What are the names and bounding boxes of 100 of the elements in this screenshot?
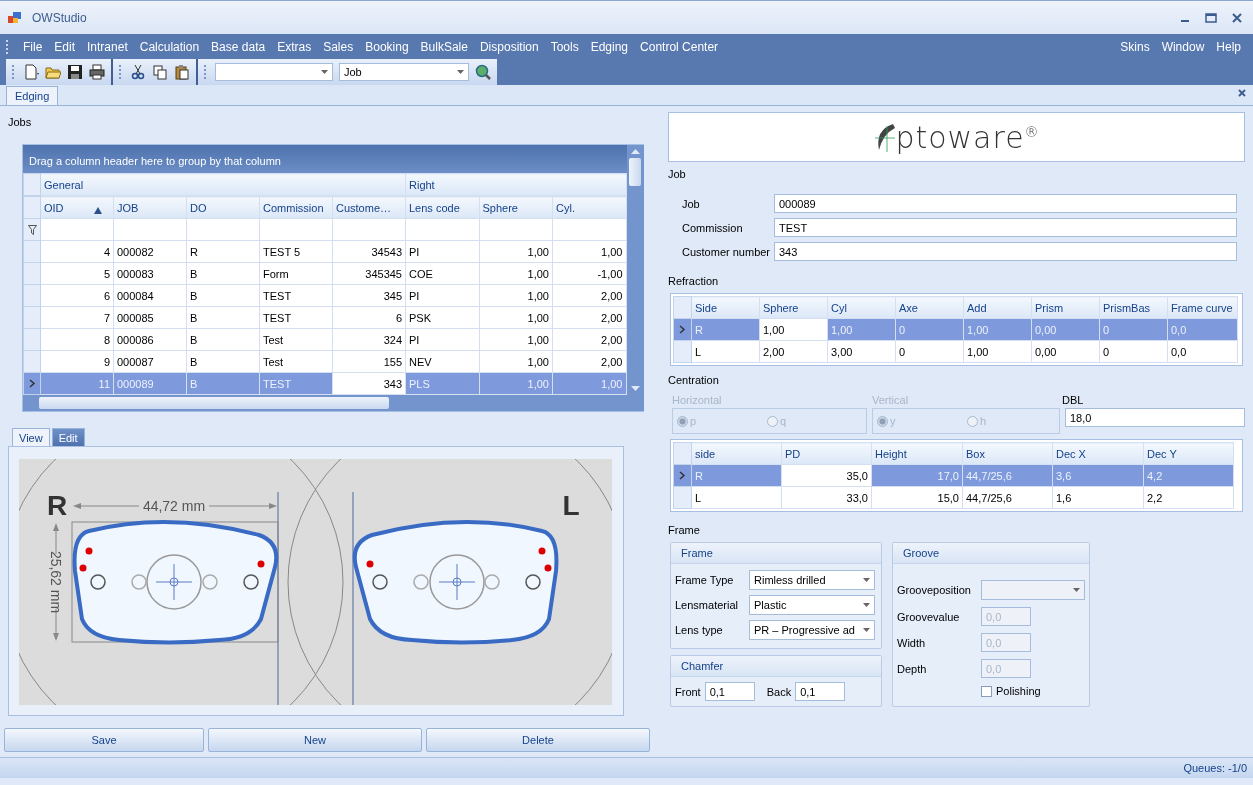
table-row[interactable]: L 2,00 3,00 0 1,00 0,00 0 0,0: [673, 340, 1238, 363]
open-folder-icon[interactable]: [45, 64, 61, 80]
column-header[interactable]: Sphere: [759, 296, 828, 319]
table-row[interactable]: R 35,0 17,0 44,7/25,6 3,6 4,2: [673, 464, 1234, 487]
close-icon[interactable]: [1237, 88, 1247, 98]
column-header[interactable]: Axe: [895, 296, 964, 319]
view-tab[interactable]: View: [12, 428, 50, 446]
table-row[interactable]: 5 000083 B Form 345345 COE 1,00 -1,00: [23, 262, 626, 285]
menu-item[interactable]: File: [17, 39, 49, 54]
polishing-checkbox[interactable]: Polishing: [981, 685, 1085, 697]
filter-cell[interactable]: [332, 218, 406, 241]
menu-item[interactable]: Skins: [1114, 39, 1156, 54]
dropdown-field[interactable]: Plastic: [749, 595, 875, 615]
column-header[interactable]: PD: [781, 442, 872, 465]
filter-cell[interactable]: [186, 218, 260, 241]
filter-cell[interactable]: [552, 218, 626, 241]
table-row[interactable]: R 1,00 1,00 0 1,00 0,00 0 0,0: [673, 318, 1238, 341]
document-tab[interactable]: Edging: [6, 86, 59, 105]
column-header[interactable]: Dec Y: [1143, 442, 1234, 465]
menu-item[interactable]: Control Center: [634, 39, 725, 54]
input-field[interactable]: 343: [774, 242, 1237, 261]
column-header[interactable]: OID: [40, 196, 114, 219]
menu-item[interactable]: Edging: [584, 39, 635, 54]
filter-icon[interactable]: [27, 224, 37, 235]
cut-icon[interactable]: [130, 64, 146, 80]
menu-item[interactable]: Sales: [317, 39, 360, 54]
input-field[interactable]: 0,1: [795, 682, 846, 701]
input-field[interactable]: 0,1: [704, 682, 755, 701]
dropdown-caret-icon[interactable]: [863, 578, 870, 582]
table-row[interactable]: 11 000089 B TEST 343 PLS 1,00 1,00: [23, 372, 626, 395]
filter-cell[interactable]: [259, 218, 333, 241]
column-header[interactable]: Box: [962, 442, 1053, 465]
menu-item[interactable]: Tools: [544, 39, 585, 54]
action-button[interactable]: New: [208, 728, 422, 752]
table-cell: 33,0: [781, 486, 872, 509]
table-row[interactable]: 8 000086 B Test 324 PI 1,00 2,00: [23, 328, 626, 351]
view-tab[interactable]: Edit: [51, 428, 85, 446]
filter-cell[interactable]: [405, 218, 479, 241]
input-field[interactable]: 000089: [774, 194, 1237, 213]
dropdown-caret-icon[interactable]: [321, 70, 328, 74]
column-header[interactable]: DO: [186, 196, 260, 219]
column-header[interactable]: Frame curve: [1167, 296, 1238, 319]
table-row[interactable]: 9 000087 B Test 155 NEV 1,00 2,00: [23, 350, 626, 373]
menu-item[interactable]: Disposition: [473, 39, 545, 54]
menu-item[interactable]: BulkSale: [414, 39, 474, 54]
column-header[interactable]: Prism: [1031, 296, 1100, 319]
group-title: Groove: [903, 547, 940, 559]
copy-icon[interactable]: [152, 64, 168, 80]
column-header[interactable]: Add: [963, 296, 1032, 319]
column-header[interactable]: side: [691, 442, 782, 465]
input-field[interactable]: TEST: [774, 218, 1237, 237]
table-row[interactable]: 4 000082 R TEST 5 34543 PI 1,00 1,00: [23, 240, 626, 263]
column-header[interactable]: Commission: [259, 196, 333, 219]
new-document-icon[interactable]: [23, 64, 39, 80]
search-type-combo[interactable]: Job: [339, 63, 469, 81]
table-row[interactable]: 7 000085 B TEST 6 PSK 1,00 2,00: [23, 306, 626, 329]
dropdown-field[interactable]: Rimless drilled: [749, 570, 875, 590]
column-header[interactable]: Lens code: [405, 196, 479, 219]
scroll-thumb[interactable]: [39, 397, 389, 409]
dropdown-field[interactable]: PR – Progressive ad: [749, 620, 875, 640]
filter-cell[interactable]: [40, 218, 114, 241]
menu-item[interactable]: Calculation: [133, 39, 206, 54]
filter-cell[interactable]: [479, 218, 553, 241]
column-header[interactable]: Cyl.: [552, 196, 626, 219]
menu-item[interactable]: Edit: [48, 39, 82, 54]
menu-item[interactable]: Extras: [271, 39, 318, 54]
search-icon[interactable]: [475, 64, 491, 80]
column-header[interactable]: Height: [871, 442, 963, 465]
column-header[interactable]: PrismBas: [1099, 296, 1168, 319]
menu-item[interactable]: Intranet: [81, 39, 134, 54]
column-header[interactable]: Cyl: [827, 296, 896, 319]
table-cell: 5: [40, 262, 114, 285]
action-button[interactable]: Save: [4, 728, 204, 752]
save-icon[interactable]: [67, 64, 83, 80]
table-row[interactable]: 6 000084 B TEST 345 PI 1,00 2,00: [23, 284, 626, 307]
dropdown-caret-icon[interactable]: [863, 603, 870, 607]
menu-item[interactable]: Booking: [359, 39, 415, 54]
filter-cell[interactable]: [113, 218, 187, 241]
dropdown-caret-icon[interactable]: [457, 70, 464, 74]
checkbox-icon[interactable]: [981, 685, 992, 697]
column-header[interactable]: Dec X: [1052, 442, 1144, 465]
paste-icon[interactable]: [174, 64, 190, 80]
group-by-panel: Drag a column header here to group by that column: [23, 145, 627, 173]
table-row[interactable]: L 33,0 15,0 44,7/25,6 1,6 2,2: [673, 486, 1234, 509]
action-button[interactable]: Delete: [426, 728, 650, 752]
menu-item[interactable]: Window: [1155, 39, 1211, 54]
menu-item[interactable]: Base data: [205, 39, 272, 54]
print-icon[interactable]: [89, 64, 105, 80]
column-header[interactable]: Sphere: [479, 196, 553, 219]
table-cell: COE: [405, 262, 479, 285]
horizontal-scrollbar[interactable]: [23, 395, 644, 411]
column-header[interactable]: JOB: [113, 196, 187, 219]
scroll-down-icon[interactable]: [630, 386, 640, 391]
column-header[interactable]: Custome…: [332, 196, 406, 219]
dropdown-caret-icon[interactable]: [863, 628, 870, 632]
scroll-up-icon[interactable]: [630, 149, 640, 154]
input-field[interactable]: 18,0: [1065, 408, 1245, 427]
menu-item[interactable]: Help: [1210, 39, 1247, 54]
column-header[interactable]: Side: [691, 296, 760, 319]
scroll-thumb[interactable]: [629, 158, 641, 186]
